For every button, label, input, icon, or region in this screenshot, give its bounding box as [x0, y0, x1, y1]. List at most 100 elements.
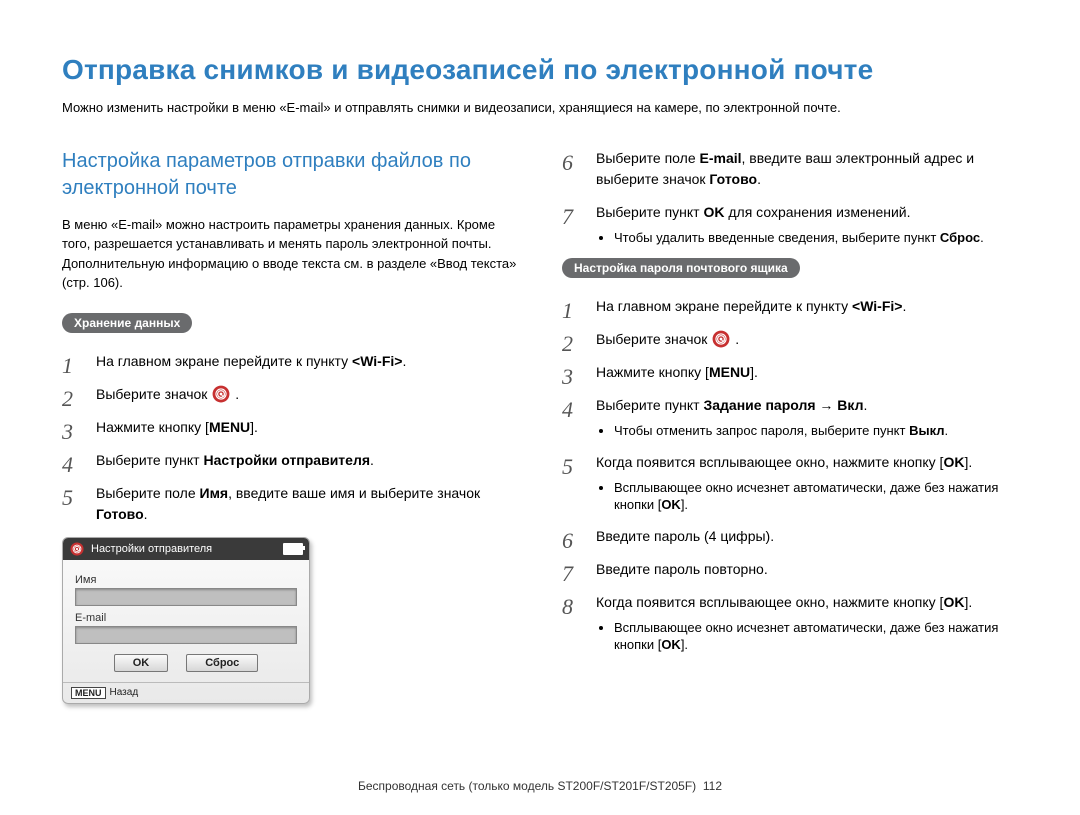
text: → [816, 397, 838, 413]
r-step-8-bullet: Всплывающее окно исчезнет автоматически,… [614, 619, 1018, 654]
text-bold: Настройки отправителя [203, 452, 370, 468]
left-steps: На главном экране перейдите к пункту <Wi… [62, 351, 518, 525]
device-reset-button[interactable]: Сброс [186, 654, 258, 672]
text-bold: Выкл [909, 423, 944, 438]
r-step-2: Выберите значок . [562, 329, 1018, 350]
text: ]. [250, 419, 258, 435]
ok-key: OK [661, 637, 681, 652]
text: ]. [750, 364, 758, 380]
text: Чтобы удалить введенные сведения, выбери… [614, 230, 940, 245]
right-pre-steps: Выберите поле E-mail, введите ваш электр… [562, 148, 1018, 247]
left-paragraph: В меню «E-mail» можно настроить параметр… [62, 215, 518, 293]
left-step-4: Выберите пункт Настройки отправителя. [62, 450, 518, 471]
device-back-label: Назад [110, 687, 139, 698]
footer-page-number: 112 [703, 779, 722, 793]
text: , введите ваше имя и выберите значок [228, 485, 480, 501]
text-bold: <Wi-Fi> [352, 353, 402, 369]
right-step-7: Выберите пункт OK для сохранения изменен… [562, 202, 1018, 247]
device-label-name: Имя [75, 574, 297, 586]
text: . [945, 423, 949, 438]
text: . [757, 171, 761, 187]
text: Выберите поле [596, 150, 700, 166]
email-icon [212, 385, 230, 403]
device-ok-button[interactable]: OK [114, 654, 169, 672]
device-title: Настройки отправителя [91, 543, 212, 555]
text-bold: Вкл [837, 397, 863, 413]
text: Выберите пункт [596, 204, 703, 220]
text: . [144, 506, 148, 522]
text: Нажмите кнопку [ [596, 364, 709, 380]
text: ]. [964, 594, 972, 610]
menu-key: MENU [209, 419, 250, 435]
text: ]. [681, 637, 688, 652]
page-title: Отправка снимков и видеозаписей по элект… [62, 54, 1018, 86]
left-step-5: Выберите поле Имя, введите ваше имя и вы… [62, 483, 518, 525]
r-step-8: Когда появится всплывающее окно, нажмите… [562, 592, 1018, 654]
text-bold: Задание пароля [703, 397, 815, 413]
left-step-3: Нажмите кнопку [MENU]. [62, 417, 518, 438]
ok-key: OK [661, 497, 681, 512]
right-step-7-bullet: Чтобы удалить введенные сведения, выбери… [614, 229, 1018, 247]
text: . [863, 397, 867, 413]
r-step-5: Когда появится всплывающее окно, нажмите… [562, 452, 1018, 514]
text: ]. [681, 497, 688, 512]
page-footer: Беспроводная сеть (только модель ST200F/… [0, 779, 1080, 793]
text: Когда появится всплывающее окно, нажмите… [596, 594, 943, 610]
device-field-name[interactable] [75, 588, 297, 606]
text: На главном экране перейдите к пункту [96, 353, 352, 369]
left-step-1: На главном экране перейдите к пункту <Wi… [62, 351, 518, 372]
ok-key: OK [943, 594, 964, 610]
r-step-4: Выберите пункт Задание пароля → Вкл. Что… [562, 395, 1018, 440]
device-field-email[interactable] [75, 626, 297, 644]
r-step-4-bullet: Чтобы отменить запрос пароля, выберите п… [614, 422, 1018, 440]
text: На главном экране перейдите к пункту [596, 298, 852, 314]
left-column: Настройка параметров отправки файлов по … [62, 148, 518, 704]
text: . [402, 353, 406, 369]
text-bold: Имя [200, 485, 229, 501]
email-icon [70, 542, 84, 556]
r-step-1: На главном экране перейдите к пункту <Wi… [562, 296, 1018, 317]
intro-text: Можно изменить настройки в меню «E-mail»… [62, 98, 1018, 118]
ok-key: OK [943, 454, 964, 470]
footer-text: Беспроводная сеть (только модель ST200F/… [358, 779, 696, 793]
device-screenshot: Настройки отправителя Имя E-mail OK Сбро… [62, 537, 310, 704]
email-icon [712, 330, 730, 348]
text-bold: Готово [709, 171, 757, 187]
text: Выберите пункт [596, 397, 703, 413]
menu-key: MENU [709, 364, 750, 380]
pill-storage: Хранение данных [62, 313, 192, 333]
battery-icon [283, 543, 303, 555]
section-heading-left: Настройка параметров отправки файлов по … [62, 148, 518, 202]
right-column: Выберите поле E-mail, введите ваш электр… [562, 148, 1018, 704]
device-menu-chip: MENU [71, 687, 106, 699]
device-label-email: E-mail [75, 612, 297, 624]
text-bold: Сброс [940, 230, 980, 245]
text-bold: <Wi-Fi> [852, 298, 902, 314]
text: ]. [964, 454, 972, 470]
text: . [902, 298, 906, 314]
text: для сохранения изменений. [724, 204, 910, 220]
text-bold: E-mail [700, 150, 742, 166]
r-step-5-bullet: Всплывающее окно исчезнет автоматически,… [614, 479, 1018, 514]
r-step-3: Нажмите кнопку [MENU]. [562, 362, 1018, 383]
r-step-7: Введите пароль повторно. [562, 559, 1018, 580]
text-bold: OK [703, 204, 724, 220]
text-bold: Готово [96, 506, 144, 522]
text: Выберите значок [96, 386, 211, 402]
text: Нажмите кнопку [ [96, 419, 209, 435]
right-step-6: Выберите поле E-mail, введите ваш электр… [562, 148, 1018, 190]
left-step-2: Выберите значок . [62, 384, 518, 405]
device-footer: MENU Назад [63, 682, 309, 703]
text: . [370, 452, 374, 468]
text: Когда появится всплывающее окно, нажмите… [596, 454, 943, 470]
pill-password: Настройка пароля почтового ящика [562, 258, 800, 278]
text: . [980, 230, 984, 245]
device-topbar: Настройки отправителя [63, 538, 309, 560]
text: Выберите пункт [96, 452, 203, 468]
right-steps: На главном экране перейдите к пункту <Wi… [562, 296, 1018, 654]
r-step-6: Введите пароль (4 цифры). [562, 526, 1018, 547]
text: Выберите поле [96, 485, 200, 501]
text: Выберите значок [596, 331, 711, 347]
text: Чтобы отменить запрос пароля, выберите п… [614, 423, 909, 438]
device-body: Имя E-mail OK Сброс [63, 560, 309, 682]
